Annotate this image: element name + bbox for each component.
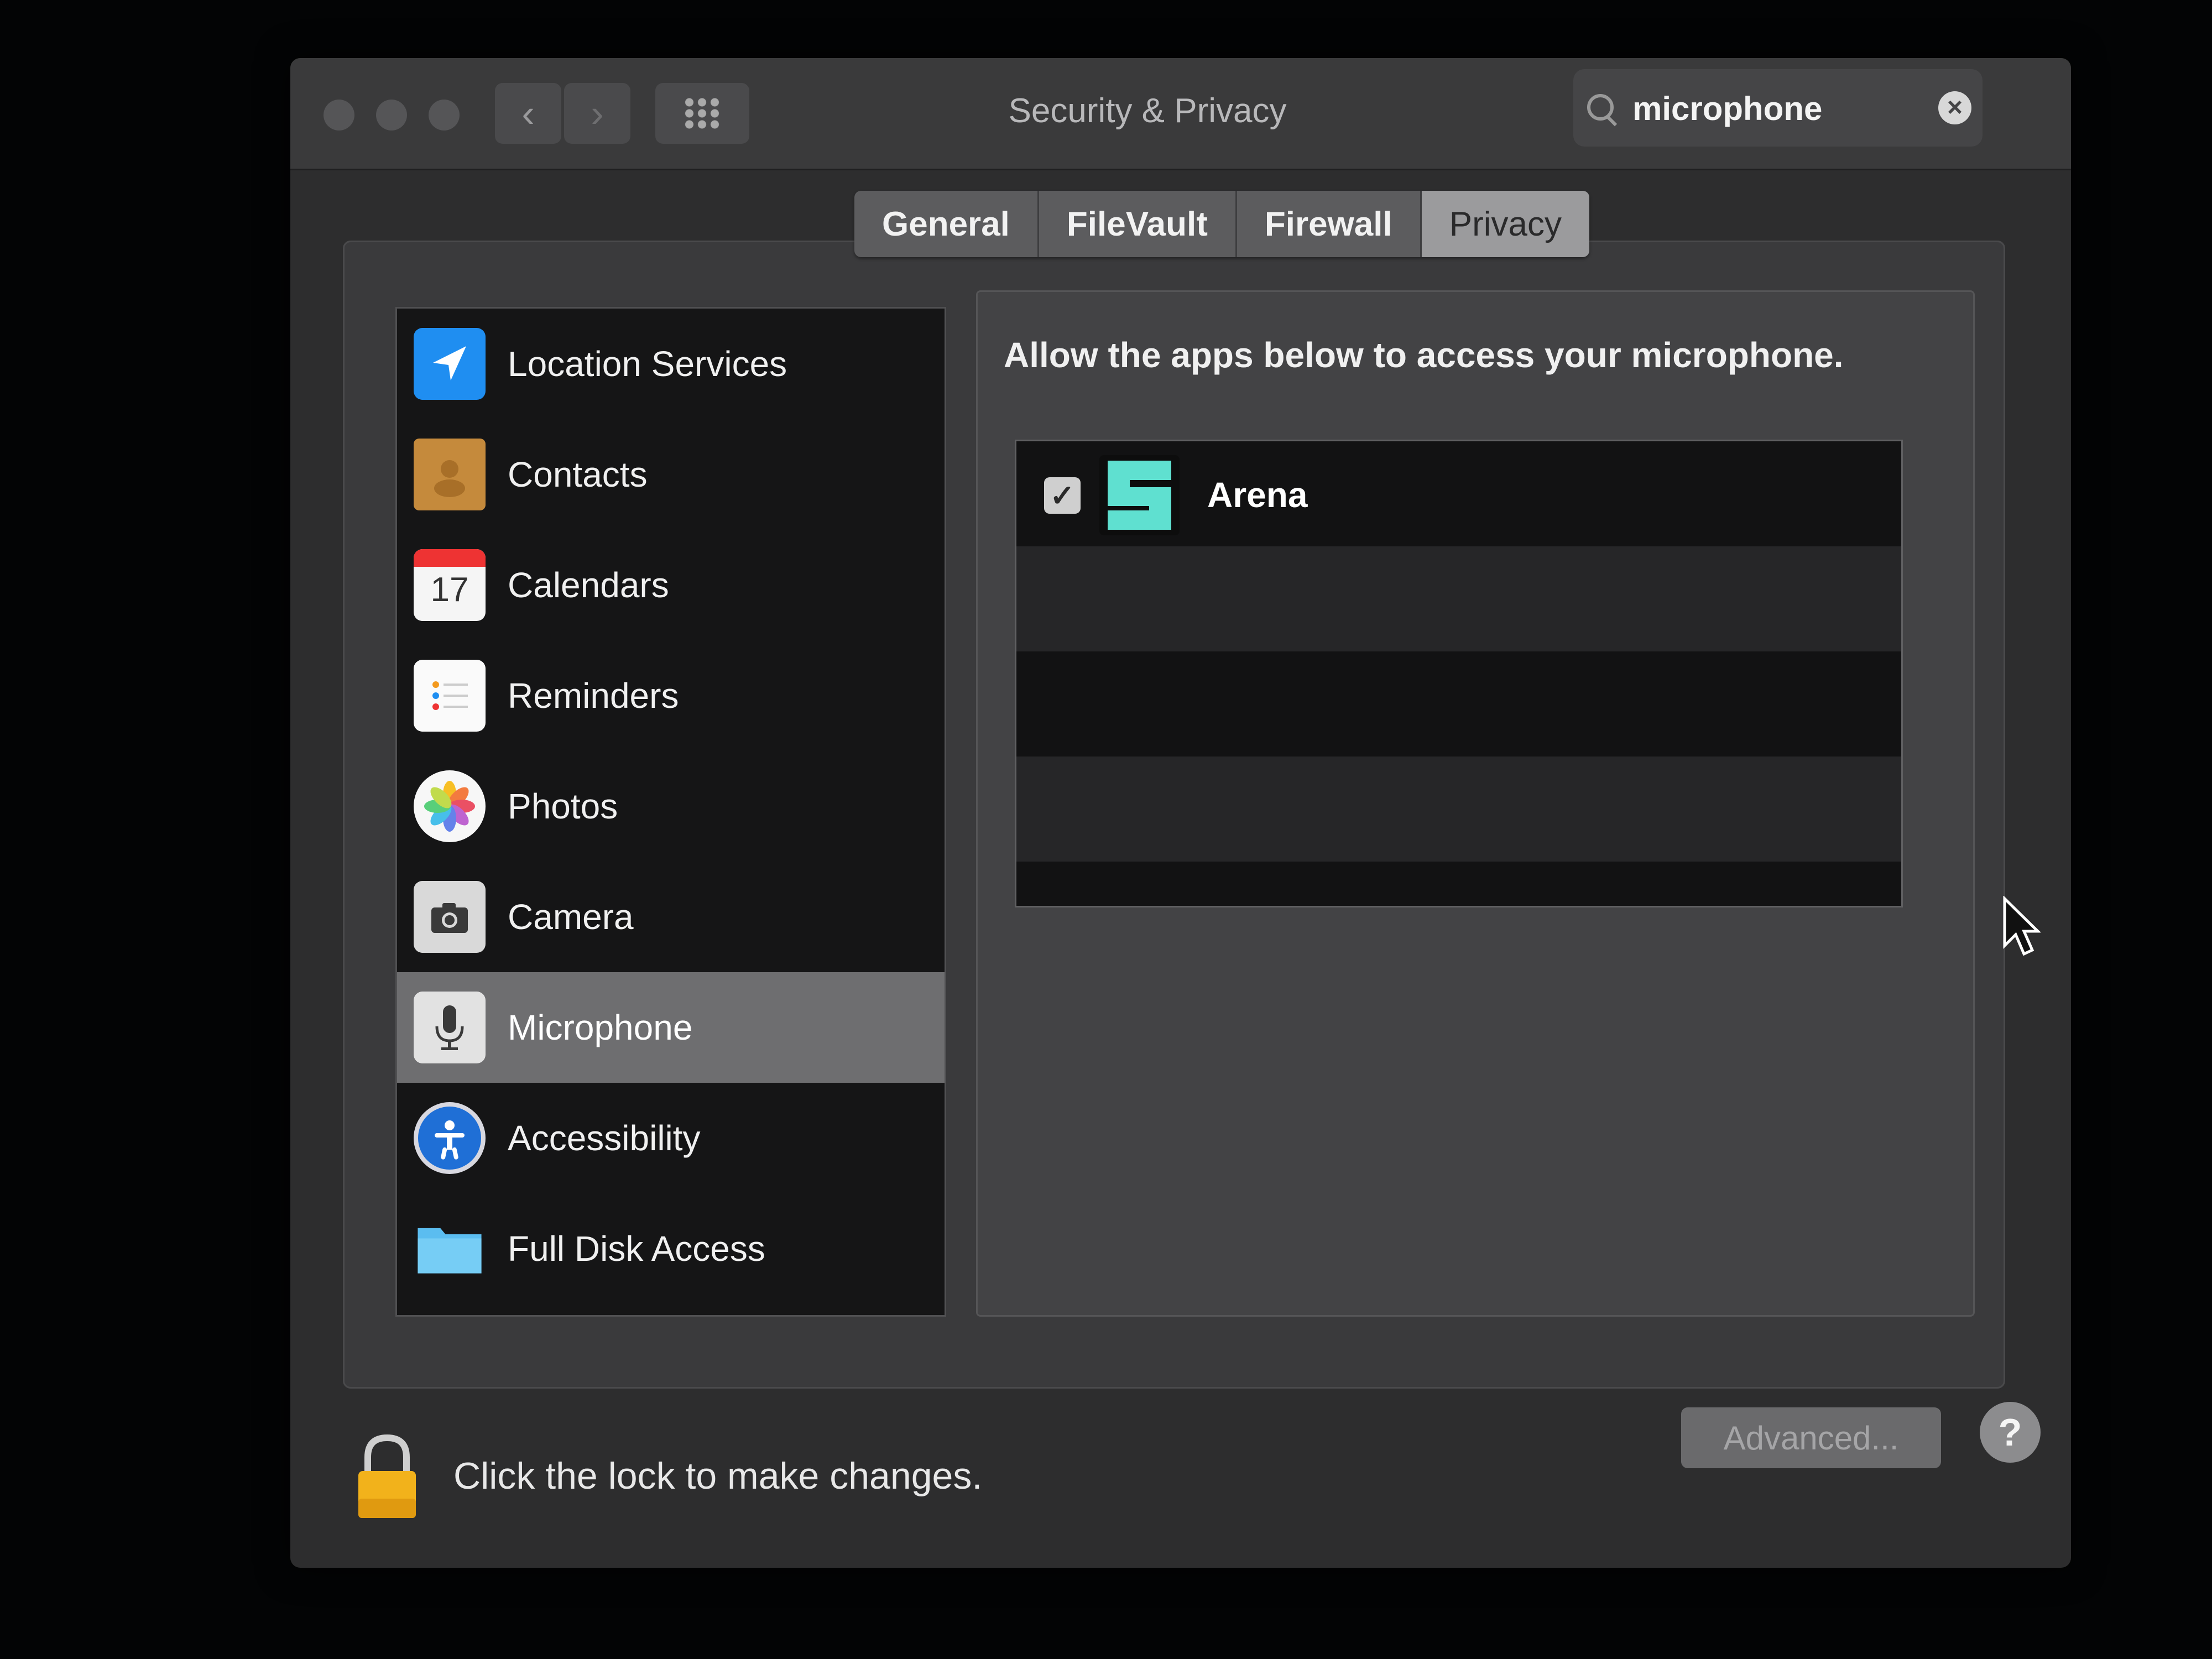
microphone-icon (414, 992, 486, 1063)
accessibility-icon (414, 1102, 486, 1174)
sidebar-item-label: Accessibility (508, 1118, 701, 1158)
zoom-window-button[interactable] (429, 100, 460, 131)
empty-list-row (1016, 546, 1901, 651)
sidebar-item-microphone[interactable]: Microphone (397, 972, 945, 1083)
sidebar-item-full-disk-access[interactable]: Full Disk Access (397, 1193, 945, 1304)
tab-general[interactable]: General (854, 191, 1039, 257)
sidebar-item-label: Full Disk Access (508, 1229, 765, 1269)
back-button[interactable]: ‹ (495, 83, 561, 144)
access-prompt: Allow the apps below to access your micr… (1004, 335, 1844, 375)
chevron-left-icon: ‹ (521, 92, 535, 135)
search-input[interactable] (1631, 86, 1921, 131)
app-name: Arena (1207, 475, 1308, 515)
grid-icon (683, 97, 722, 130)
calendar-header-strip (414, 549, 486, 567)
camera-icon (414, 881, 486, 953)
window-title: Security & Privacy (1008, 92, 1287, 130)
arena-app-icon (1099, 455, 1180, 535)
sidebar-item-camera[interactable]: Camera (397, 862, 945, 972)
tab-bar: General FileVault Firewall Privacy (854, 191, 1590, 257)
preferences-window: ‹ › Security & Privacy × General FileVau… (290, 58, 2071, 1568)
sidebar-item-reminders[interactable]: Reminders (397, 640, 945, 751)
sidebar-item-label: Photos (508, 786, 618, 826)
title-bar: ‹ › Security & Privacy × (290, 58, 2071, 170)
sidebar-item-contacts[interactable]: Contacts (397, 419, 945, 530)
advanced-button[interactable]: Advanced... (1681, 1407, 1941, 1468)
sidebar-item-label: Camera (508, 897, 634, 937)
tab-privacy[interactable]: Privacy (1421, 191, 1590, 257)
checkmark-icon: ✓ (1050, 479, 1075, 513)
sidebar-item-label: Contacts (508, 455, 648, 494)
sidebar-item-label: Microphone (508, 1008, 693, 1047)
clear-search-button[interactable]: × (1938, 91, 1971, 124)
contacts-book-icon (414, 439, 486, 510)
lock-icon[interactable] (354, 1432, 420, 1521)
minimize-window-button[interactable] (376, 100, 407, 131)
app-access-list: ✓ Arena (1015, 440, 1903, 907)
reminders-icon (414, 660, 486, 732)
tab-filevault[interactable]: FileVault (1039, 191, 1237, 257)
location-arrow-icon (414, 328, 486, 400)
privacy-category-list: Location Services Contacts 17 Calendars … (395, 307, 946, 1317)
sidebar-item-label: Calendars (508, 565, 669, 605)
search-icon (1587, 94, 1614, 121)
forward-button[interactable]: › (564, 83, 630, 144)
close-window-button[interactable] (324, 100, 354, 131)
sidebar-item-location-services[interactable]: Location Services (397, 309, 945, 419)
sidebar-item-accessibility[interactable]: Accessibility (397, 1083, 945, 1193)
calendar-icon: 17 (414, 549, 486, 621)
sidebar-item-photos[interactable]: Photos (397, 751, 945, 862)
calendar-day-number: 17 (430, 571, 469, 609)
lock-status-text: Click the lock to make changes. (453, 1455, 983, 1497)
close-icon: × (1947, 93, 1963, 122)
sidebar-item-label: Location Services (508, 344, 787, 384)
list-item[interactable]: ✓ Arena (1016, 441, 1901, 546)
help-button[interactable]: ? (1980, 1402, 2041, 1463)
search-field[interactable]: × (1573, 69, 1983, 147)
chevron-right-icon: › (591, 92, 604, 135)
sidebar-item-calendars[interactable]: 17 Calendars (397, 530, 945, 640)
folder-icon (414, 1213, 486, 1285)
photos-pinwheel-icon (414, 770, 486, 842)
tab-firewall[interactable]: Firewall (1237, 191, 1422, 257)
app-access-checkbox[interactable]: ✓ (1044, 477, 1081, 514)
show-all-button[interactable] (655, 83, 749, 144)
mouse-cursor-icon (2003, 896, 2041, 956)
empty-list-row (1016, 651, 1901, 757)
sidebar-item-label: Reminders (508, 676, 679, 716)
empty-list-row (1016, 757, 1901, 862)
